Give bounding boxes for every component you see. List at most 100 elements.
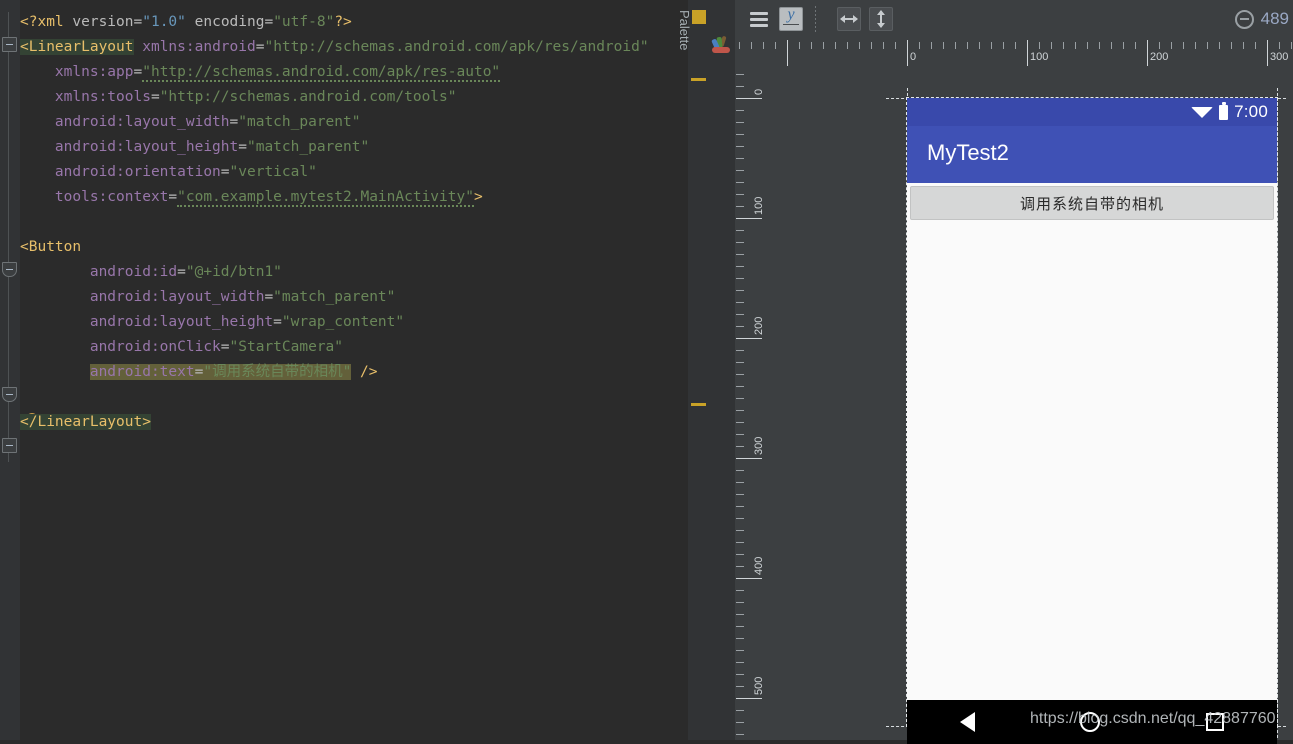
warning-mark[interactable] (691, 78, 706, 81)
ruler-tick (736, 494, 744, 495)
layout-variants-menu-icon[interactable] (747, 7, 771, 31)
ruler-tick (1027, 40, 1028, 66)
code-token: "1.0" (142, 14, 186, 30)
ruler-tick (736, 86, 744, 87)
code-token: = (168, 189, 178, 205)
device-content-area[interactable]: 调用系统自带的相机 (907, 183, 1277, 700)
ruler-tick (739, 42, 740, 49)
code-content[interactable]: <?xml version="1.0" encoding="utf-8"?> <L… (20, 0, 680, 435)
code-token: <?xml (20, 14, 73, 30)
code-token: /> (351, 364, 378, 380)
ruler-tick (859, 42, 860, 49)
editor-marker-strip[interactable] (688, 0, 706, 740)
code-line[interactable]: android:onClick="StartCamera" (20, 335, 680, 360)
ruler-tick (799, 42, 800, 49)
fold-marker-linearlayout-end[interactable] (2, 438, 17, 453)
code-line[interactable]: android:id="@+id/btn1" (20, 260, 680, 285)
ruler-tick (1135, 42, 1136, 49)
ruler-tick (736, 614, 744, 615)
code-line[interactable]: android:layout_height="match_parent" (20, 135, 680, 160)
code-line[interactable]: xmlns:app="http://schemas.android.com/ap… (20, 60, 680, 85)
palette-icon[interactable] (711, 35, 731, 53)
fold-marker-button-end[interactable] (2, 387, 17, 402)
watermark-text: https://blog.csdn.net/qq_42887760 (1030, 710, 1276, 727)
code-line[interactable]: android:layout_width="match_parent" (20, 110, 680, 135)
code-token: "http://schemas.android.com/tools" (159, 89, 457, 105)
ruler-tick (919, 42, 920, 49)
match-height-icon[interactable] (869, 7, 893, 31)
code-line[interactable] (20, 210, 680, 235)
ruler-tick (736, 374, 744, 375)
ruler-tick (736, 698, 762, 699)
ruler-tick (736, 182, 744, 183)
ruler-tick (736, 506, 744, 507)
ruler-tick (1279, 42, 1280, 49)
ruler-tick (895, 42, 896, 49)
ruler-tick (736, 410, 744, 411)
code-token: = (220, 164, 230, 180)
code-token: xmlns:app (20, 64, 134, 80)
back-triangle-icon[interactable] (959, 712, 975, 732)
code-token: android:layout_width (20, 289, 265, 305)
code-token: "http://schemas.android.com/apk/res-auto… (142, 64, 501, 82)
code-line[interactable]: <LinearLayout xmlns:android="http://sche… (20, 35, 680, 60)
ruler-tick (751, 42, 752, 49)
design-toolbar: y 489 (735, 0, 1293, 38)
xml-code-editor[interactable]: <?xml version="1.0" encoding="utf-8"?> <L… (0, 0, 706, 740)
code-line[interactable] (20, 385, 680, 410)
ruler-tick (736, 482, 744, 483)
ruler-tick (736, 254, 744, 255)
ruler-label: 0 (910, 51, 917, 63)
match-width-icon[interactable] (837, 7, 861, 31)
code-line[interactable]: android:layout_height="wrap_content" (20, 310, 680, 335)
ruler-tick (871, 42, 872, 49)
code-line[interactable]: android:layout_width="match_parent" (20, 285, 680, 310)
code-token: android:onClick (20, 339, 221, 355)
ruler-tick (736, 350, 744, 351)
code-line[interactable]: android:text="调用系统自带的相机" /> (20, 360, 680, 385)
code-line[interactable]: xmlns:tools="http://schemas.android.com/… (20, 85, 680, 110)
ruler-tick (1003, 42, 1004, 49)
ruler-tick (736, 146, 744, 147)
code-token: android:id (20, 264, 178, 280)
camera-button[interactable]: 调用系统自带的相机 (910, 186, 1274, 220)
code-token: "wrap_content" (281, 314, 405, 330)
scrollbar-warning-square[interactable] (692, 10, 706, 24)
code-line[interactable]: <?xml version="1.0" encoding="utf-8"?> (20, 10, 680, 35)
ruler-tick (907, 40, 908, 66)
code-line[interactable]: </LinearLayout> (20, 410, 680, 435)
editor-gutter[interactable] (0, 0, 20, 740)
ruler-tick (1255, 42, 1256, 49)
selection-guide-right (1277, 88, 1278, 738)
device-preview[interactable]: 7:00 MyTest2 调用系统自带的相机 (906, 97, 1278, 744)
palette-label[interactable]: Palette (672, 10, 692, 70)
palette-rail[interactable]: Palette (677, 0, 735, 740)
ruler-tick (1099, 42, 1100, 49)
ruler-tick (763, 42, 764, 49)
code-token: = (133, 14, 143, 30)
ruler-tick (847, 42, 848, 49)
code-line[interactable]: <Button (20, 235, 680, 260)
ruler-tick (736, 650, 744, 651)
design-blueprint-toggle-icon[interactable]: y (779, 6, 803, 31)
ruler-tick (736, 590, 744, 591)
ruler-tick (1075, 42, 1076, 49)
ruler-tick (736, 266, 744, 267)
ruler-tick (1183, 42, 1184, 49)
code-line[interactable]: tools:context="com.example.mytest2.MainA… (20, 185, 680, 210)
warning-mark[interactable] (691, 403, 706, 406)
ruler-tick (1219, 42, 1220, 49)
toolbar-separator (815, 6, 816, 32)
zoom-out-icon[interactable] (1234, 9, 1254, 29)
fold-marker-button[interactable] (2, 262, 17, 277)
code-line[interactable]: android:orientation="vertical" (20, 160, 680, 185)
fold-marker-linearlayout[interactable] (2, 37, 17, 52)
ruler-tick (1207, 42, 1208, 49)
ruler-tick (931, 42, 932, 49)
ruler-tick (955, 42, 956, 49)
ruler-tick (1231, 42, 1232, 49)
zoom-controls[interactable]: 489 (1234, 6, 1289, 32)
ruler-tick (736, 542, 744, 543)
ruler-tick (835, 42, 836, 49)
